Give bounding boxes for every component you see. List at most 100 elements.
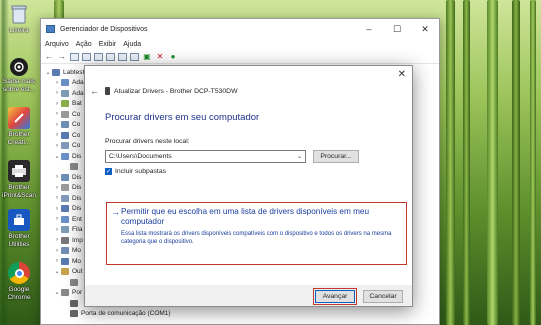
device-category-icon [70,299,78,307]
device-category-icon [61,236,69,244]
menu-view[interactable]: Exibir [99,41,117,48]
tree-item-label: Imp [72,236,83,244]
arrow-right-icon: → [111,207,120,217]
expand-chevron-icon[interactable]: › [53,143,61,149]
tree-item-label: Dis [72,152,82,160]
expand-chevron-icon[interactable]: › [53,111,61,117]
tree-item-label: Out [72,268,83,276]
expand-chevron-icon[interactable]: › [53,122,61,128]
expand-chevron-icon[interactable]: ⌄ [53,289,61,296]
device-category-icon [61,100,69,108]
window-titlebar[interactable]: Gerenciador de Dispositivos – ☐ ✕ [41,19,439,39]
expand-chevron-icon[interactable]: › [53,258,61,264]
browse-button[interactable]: Procurar... [313,150,359,163]
tree-item[interactable]: Porta de comunicação (COM1) [44,309,439,320]
tree-item-label: Fila [72,226,83,234]
device-category-icon [61,226,69,234]
expand-chevron-icon[interactable]: › [53,174,61,180]
brother-creative-icon [8,107,30,129]
device-category-icon [61,257,69,265]
expand-chevron-icon[interactable]: › [53,216,61,222]
desktop-icon-google-chrome[interactable]: Google Chrome [0,262,38,301]
expand-chevron-icon[interactable]: › [53,248,61,254]
device-category-icon [61,205,69,213]
add-device-icon[interactable]: ● [168,52,178,62]
back-arrow-icon[interactable]: ← [90,86,99,96]
properties-icon[interactable] [82,52,91,61]
forward-arrow-icon[interactable]: → [57,52,67,62]
bamboo-stalk [487,0,498,325]
maximize-icon[interactable]: ☐ [383,19,411,39]
desktop-icon-brother-iprint[interactable]: Brother iPrint&Scan [0,160,38,199]
desktop-icon-brother-utilities[interactable]: Brother Utilities [0,209,38,248]
menu-file[interactable]: Arquivo [45,41,69,48]
menu-action[interactable]: Ação [76,41,92,48]
dialog-header-text: Atualizar Drivers - Brother DCP-T530DW [114,87,238,95]
tree-item-label: Co [72,121,81,129]
update-driver-icon[interactable] [118,52,127,61]
search-location-input[interactable]: C:\Users\Documents ⌄ [105,150,306,163]
expand-chevron-icon[interactable]: › [53,227,61,233]
uninstall-icon[interactable]: ✕ [155,52,165,62]
tree-item-label: Dis [72,205,82,213]
expand-chevron-icon[interactable]: › [53,206,61,212]
device-category-icon [61,215,69,223]
help-icon[interactable] [94,52,103,61]
expand-chevron-icon[interactable]: › [53,185,61,191]
desktop-icon-label: Saiba mais sobre est... [2,78,36,93]
minimize-icon[interactable]: – [355,19,383,39]
desktop-icon-learn-more[interactable]: Saiba mais sobre est... [0,58,38,93]
expand-chevron-icon[interactable]: › [53,101,61,107]
tree-view-icon[interactable] [70,52,79,61]
device-category-icon [52,68,60,76]
cancel-button[interactable]: Cancelar [363,290,403,303]
device-category-icon [61,110,69,118]
menu-bar: Arquivo Ação Exibir Ajuda [41,39,439,50]
close-icon[interactable]: ✕ [411,19,439,39]
scan-hardware-icon[interactable] [130,52,139,61]
back-arrow-icon[interactable]: ← [44,52,54,62]
device-category-icon [61,131,69,139]
expand-chevron-icon[interactable]: › [53,80,61,86]
chevron-down-icon[interactable]: ⌄ [297,153,302,160]
device-category-icon [61,79,69,87]
device-category-icon [70,163,78,171]
device-category-icon [61,194,69,202]
expand-chevron-icon[interactable]: › [53,132,61,138]
desktop-icon-brother-creative[interactable]: Brother Creati... [0,107,38,146]
device-category-icon [70,278,78,286]
expand-chevron-icon[interactable]: ⌄ [44,69,52,76]
expand-chevron-icon[interactable]: › [53,237,61,243]
choose-from-list-option[interactable]: → Permitir que eu escolha em uma lista d… [106,202,407,265]
tree-item-label: Dis [72,184,82,192]
device-category-icon [61,184,69,192]
expand-chevron-icon[interactable]: ⌄ [53,153,61,160]
device-category-icon [61,121,69,129]
tree-item-label: Porta de comunicação (COM1) [81,310,171,318]
enable-device-icon[interactable]: ▣ [142,52,152,62]
toolbox-icon [8,209,30,231]
tree-item-label: Bat [72,100,82,108]
device-category-icon [61,247,69,255]
menu-help[interactable]: Ajuda [123,41,141,48]
bamboo-stalk [512,0,520,325]
expand-chevron-icon[interactable]: › [53,90,61,96]
tree-item-label: Dis [72,194,82,202]
close-icon[interactable]: ✕ [398,69,406,80]
toolbar: ← → ▣ ✕ ● [41,50,439,64]
tree-item-label: Co [72,142,81,150]
tree-item-label: Co [72,110,81,118]
bamboo-stalk [530,0,536,325]
tree-item-label: Labtest [63,68,85,76]
desktop-icon-recycle-bin[interactable]: Lixeira [0,3,38,35]
include-subfolders-label: Incluir subpastas [115,168,167,175]
expand-chevron-icon[interactable]: ⌄ [53,268,61,275]
checkbox-checked-icon: ✓ [105,168,112,175]
next-button[interactable]: Avançar [313,288,357,305]
camera-icon [10,58,28,76]
expand-chevron-icon[interactable]: › [53,195,61,201]
include-subfolders-checkbox[interactable]: ✓ Incluir subpastas [105,168,166,175]
view-icon[interactable] [106,52,115,61]
search-location-label: Procurar drivers neste local: [105,138,190,145]
printer-icon [105,87,110,95]
